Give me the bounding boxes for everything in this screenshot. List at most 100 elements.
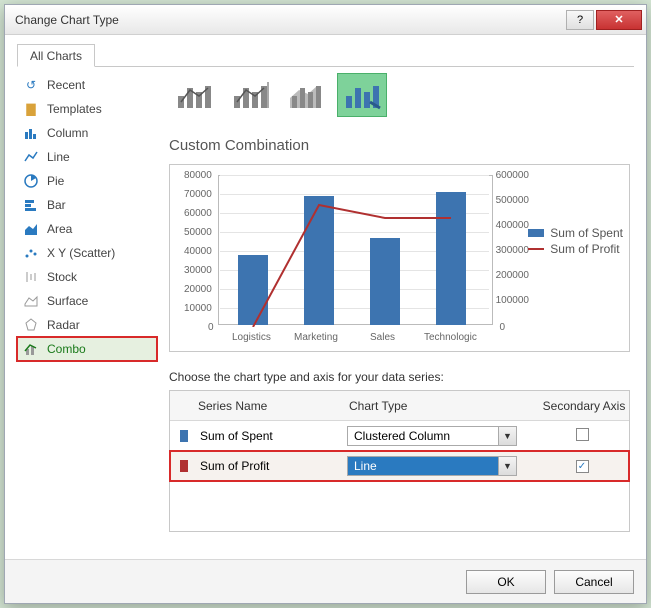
xtick: Technologic	[424, 332, 477, 343]
sidebar-item-templates[interactable]: ▇ Templates	[17, 97, 157, 121]
xtick: Marketing	[294, 332, 338, 343]
ytick-secondary: 0	[499, 322, 505, 333]
ytick-primary: 60000	[184, 208, 212, 219]
ytick-primary: 50000	[184, 227, 212, 238]
ytick-secondary: 200000	[496, 270, 529, 281]
sidebar-item-label: Surface	[47, 294, 88, 308]
sidebar-item-label: Column	[47, 126, 88, 140]
header-series-name: Series Name	[194, 399, 349, 413]
sidebar-item-label: Combo	[47, 342, 86, 356]
sidebar-item-label: Line	[47, 150, 70, 164]
sidebar-item-label: Radar	[47, 318, 80, 332]
sidebar-item-radar[interactable]: Radar	[17, 313, 157, 337]
titlebar: Change Chart Type ? ✕	[5, 5, 646, 35]
radar-chart-icon	[23, 317, 39, 333]
dialog-footer: OK Cancel	[5, 559, 646, 603]
chart-legend: Sum of Spent Sum of Profit	[528, 225, 623, 257]
sidebar-item-combo[interactable]: Combo	[17, 337, 157, 361]
sidebar-item-bar[interactable]: Bar	[17, 193, 157, 217]
ytick-primary: 20000	[184, 284, 212, 295]
series-swatch	[180, 460, 188, 472]
chevron-down-icon: ▼	[498, 457, 516, 475]
sidebar-item-column[interactable]: Column	[17, 121, 157, 145]
combo-subtype-custom[interactable]	[337, 73, 387, 117]
ytick-secondary: 500000	[496, 195, 529, 206]
combo-chart-icon	[23, 341, 39, 357]
folder-icon: ▇	[23, 101, 39, 117]
header-secondary-axis: Secondary Axis	[539, 399, 629, 413]
series-row-profit: Sum of Profit Line ▼ ✓	[170, 451, 629, 481]
dropdown-value: Line	[348, 457, 498, 475]
column-chart-icon	[23, 125, 39, 141]
ytick-secondary: 400000	[496, 220, 529, 231]
header-chart-type: Chart Type	[349, 399, 539, 413]
sidebar-item-scatter[interactable]: X Y (Scatter)	[17, 241, 157, 265]
cancel-button[interactable]: Cancel	[554, 570, 634, 594]
main-panel: Custom Combination 80000 70000 60000 500…	[157, 67, 634, 547]
sidebar-item-stock[interactable]: Stock	[17, 265, 157, 289]
legend-item: Sum of Spent	[550, 226, 623, 240]
sidebar-item-label: Bar	[47, 198, 66, 212]
combo-subtype-2[interactable]	[225, 73, 275, 117]
section-title: Custom Combination	[169, 137, 634, 154]
secondary-axis-checkbox-spent[interactable]	[576, 428, 589, 441]
combo-subtype-3[interactable]	[281, 73, 331, 117]
series-grid-header: Series Name Chart Type Secondary Axis	[170, 391, 629, 421]
line-chart-icon	[23, 149, 39, 165]
content-area: ↺ Recent ▇ Templates Column	[17, 67, 634, 547]
surface-chart-icon	[23, 293, 39, 309]
sidebar-item-pie[interactable]: Pie	[17, 169, 157, 193]
recent-icon: ↺	[23, 77, 39, 93]
help-button[interactable]: ?	[566, 10, 594, 30]
legend-item: Sum of Profit	[550, 242, 619, 256]
scatter-chart-icon	[23, 245, 39, 261]
area-chart-icon	[23, 221, 39, 237]
sidebar-item-area[interactable]: Area	[17, 217, 157, 241]
sidebar-item-label: X Y (Scatter)	[47, 246, 115, 260]
chart-preview: 80000 70000 60000 50000 40000 30000 2000…	[169, 164, 630, 352]
choose-series-label: Choose the chart type and axis for your …	[169, 370, 630, 384]
combo-subtype-1[interactable]	[169, 73, 219, 117]
ytick-secondary: 300000	[496, 245, 529, 256]
series-name: Sum of Profit	[196, 459, 347, 473]
series-row-spent: Sum of Spent Clustered Column ▼	[170, 421, 629, 451]
sidebar-item-label: Templates	[47, 102, 102, 116]
ytick-primary: 70000	[184, 189, 212, 200]
chart-type-dropdown-profit[interactable]: Line ▼	[347, 456, 517, 476]
series-name: Sum of Spent	[196, 429, 347, 443]
tab-strip: All Charts	[17, 43, 634, 67]
xtick: Logistics	[232, 332, 271, 343]
stock-chart-icon	[23, 269, 39, 285]
dialog-body: All Charts ↺ Recent ▇ Templates Column	[5, 35, 646, 559]
secondary-axis-checkbox-profit[interactable]: ✓	[576, 460, 589, 473]
xtick: Sales	[370, 332, 395, 343]
sidebar-item-label: Area	[47, 222, 72, 236]
chart-category-sidebar: ↺ Recent ▇ Templates Column	[17, 67, 157, 547]
series-grid: Series Name Chart Type Secondary Axis Su…	[169, 390, 630, 532]
tab-all-charts[interactable]: All Charts	[17, 44, 95, 67]
sidebar-item-recent[interactable]: ↺ Recent	[17, 73, 157, 97]
close-button[interactable]: ✕	[596, 10, 642, 30]
ok-button[interactable]: OK	[466, 570, 546, 594]
pie-chart-icon	[23, 173, 39, 189]
ytick-primary: 0	[208, 322, 214, 333]
change-chart-type-dialog: Change Chart Type ? ✕ All Charts ↺ Recen…	[4, 4, 647, 604]
chart-type-dropdown-spent[interactable]: Clustered Column ▼	[347, 426, 517, 446]
sidebar-item-surface[interactable]: Surface	[17, 289, 157, 313]
ytick-primary: 30000	[184, 265, 212, 276]
ytick-primary: 40000	[184, 246, 212, 257]
combo-subtype-thumbnails	[165, 73, 634, 123]
ytick-secondary: 100000	[496, 295, 529, 306]
sidebar-item-label: Recent	[47, 78, 85, 92]
line-profit	[218, 175, 498, 327]
dropdown-value: Clustered Column	[348, 427, 498, 445]
ytick-primary: 80000	[184, 170, 212, 181]
sidebar-item-line[interactable]: Line	[17, 145, 157, 169]
ytick-secondary: 600000	[496, 170, 529, 181]
sidebar-item-label: Pie	[47, 174, 64, 188]
chevron-down-icon: ▼	[498, 427, 516, 445]
sidebar-item-label: Stock	[47, 270, 77, 284]
ytick-primary: 10000	[184, 303, 212, 314]
series-swatch	[180, 430, 188, 442]
bar-chart-icon	[23, 197, 39, 213]
